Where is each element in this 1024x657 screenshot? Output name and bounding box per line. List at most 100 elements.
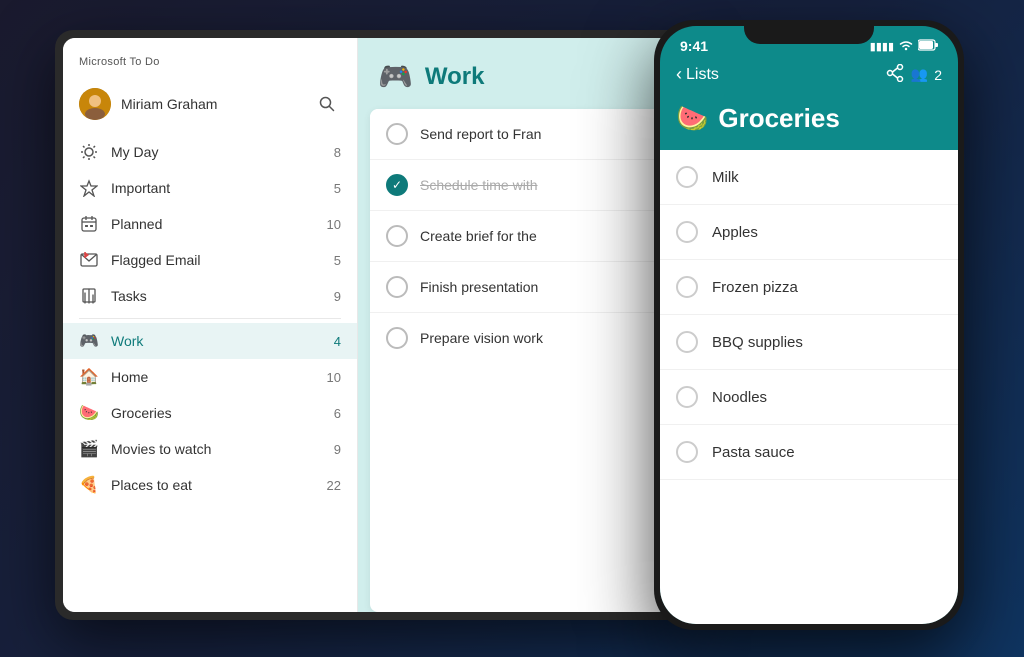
phone-task-text-2: Apples — [712, 224, 758, 241]
phone-task-checkbox-3[interactable] — [676, 276, 698, 298]
phone: 9:41 ▮▮▮▮ ‹ Lists 👥 2 — [654, 20, 964, 630]
task-text-2: Schedule time with — [420, 177, 649, 193]
avatar — [79, 88, 111, 120]
person-badge: 👥 — [911, 66, 928, 83]
task-checkbox-3[interactable] — [386, 225, 408, 247]
phone-task-checkbox-6[interactable] — [676, 441, 698, 463]
phone-task-item-3[interactable]: Frozen pizza — [660, 260, 958, 315]
task-item-4[interactable]: Finish presentation — [370, 262, 665, 313]
sidebar-item-important[interactable]: Important 5 — [63, 170, 357, 206]
sidebar-item-label: Tasks — [111, 288, 322, 304]
status-icons: ▮▮▮▮ — [870, 39, 938, 54]
task-text-3: Create brief for the — [420, 228, 649, 244]
phone-task-item-2[interactable]: Apples — [660, 205, 958, 260]
sidebar-item-home[interactable]: 🏠 Home 10 — [63, 359, 357, 395]
task-list: Send report to Fran ✓ Schedule time with… — [370, 109, 665, 612]
sidebar-item-label: Groceries — [111, 405, 322, 421]
phone-list-title: Groceries — [718, 103, 839, 134]
user-profile[interactable]: Miriam Graham — [63, 80, 357, 134]
phone-screen: 9:41 ▮▮▮▮ ‹ Lists 👥 2 — [660, 26, 958, 624]
phone-task-item-4[interactable]: BBQ supplies — [660, 315, 958, 370]
signal-icon: ▮▮▮▮ — [870, 40, 894, 53]
list-header: 🎮 Work — [358, 38, 677, 109]
sidebar-item-my-day[interactable]: My Day 8 — [63, 134, 357, 170]
places-icon: 🍕 — [79, 475, 99, 495]
my-day-icon — [79, 142, 99, 162]
sidebar-divider — [79, 318, 341, 319]
sidebar-item-count: 8 — [334, 145, 341, 160]
share-icon[interactable] — [885, 64, 905, 85]
task-item-1[interactable]: Send report to Fran — [370, 109, 665, 160]
sidebar-item-count: 10 — [327, 217, 341, 232]
sidebar-item-planned[interactable]: Planned 10 — [63, 206, 357, 242]
sidebar-item-count: 4 — [334, 334, 341, 349]
phone-task-checkbox-1[interactable] — [676, 166, 698, 188]
phone-notch — [744, 20, 874, 44]
work-icon: 🎮 — [79, 331, 99, 351]
list-title: Work — [425, 63, 485, 91]
home-icon: 🏠 — [79, 367, 99, 387]
important-icon — [79, 178, 99, 198]
app-name: Microsoft To Do — [63, 38, 357, 80]
user-name: Miriam Graham — [121, 96, 303, 112]
list-icon: 🎮 — [378, 60, 413, 93]
phone-list-header: 🍉 Groceries — [660, 95, 958, 150]
flagged-email-icon — [79, 250, 99, 270]
task-checkbox-2[interactable]: ✓ — [386, 174, 408, 196]
sidebar-item-count: 5 — [334, 253, 341, 268]
sidebar-item-flagged-email[interactable]: Flagged Email 5 — [63, 242, 357, 278]
sidebar-item-label: Planned — [111, 216, 315, 232]
sidebar-item-movies[interactable]: 🎬 Movies to watch 9 — [63, 431, 357, 467]
task-text-5: Prepare vision work — [420, 330, 649, 346]
task-checkbox-5[interactable] — [386, 327, 408, 349]
sidebar-item-label: Important — [111, 180, 322, 196]
phone-task-checkbox-4[interactable] — [676, 331, 698, 353]
sidebar-item-label: Home — [111, 369, 315, 385]
phone-time: 9:41 — [680, 38, 708, 54]
phone-task-list: Milk Apples Frozen pizza BBQ supplies No… — [660, 150, 958, 624]
task-checkbox-4[interactable] — [386, 276, 408, 298]
phone-task-text-1: Milk — [712, 169, 739, 186]
sidebar-item-count: 22 — [327, 478, 341, 493]
sidebar-item-count: 6 — [334, 406, 341, 421]
sidebar-item-count: 9 — [334, 442, 341, 457]
back-text: Lists — [686, 66, 719, 84]
phone-list-icon: 🍉 — [676, 103, 708, 134]
task-text-4: Finish presentation — [420, 279, 649, 295]
phone-task-text-5: Noodles — [712, 389, 767, 406]
search-button[interactable] — [313, 90, 341, 118]
task-text-1: Send report to Fran — [420, 126, 649, 142]
phone-task-item-1[interactable]: Milk — [660, 150, 958, 205]
phone-task-checkbox-5[interactable] — [676, 386, 698, 408]
planned-icon — [79, 214, 99, 234]
phone-task-text-3: Frozen pizza — [712, 279, 798, 296]
phone-task-item-5[interactable]: Noodles — [660, 370, 958, 425]
sidebar-item-label: Flagged Email — [111, 252, 322, 268]
phone-task-text-4: BBQ supplies — [712, 334, 803, 351]
action-count: 2 — [934, 67, 942, 83]
battery-icon — [918, 39, 938, 54]
task-item-3[interactable]: Create brief for the — [370, 211, 665, 262]
wifi-icon — [898, 39, 914, 54]
nav-actions: 👥 2 — [885, 64, 942, 85]
sidebar-item-places[interactable]: 🍕 Places to eat 22 — [63, 467, 357, 503]
phone-nav: ‹ Lists 👥 2 — [660, 58, 958, 95]
phone-task-checkbox-2[interactable] — [676, 221, 698, 243]
sidebar-item-label: Work — [111, 333, 322, 349]
task-checkbox-1[interactable] — [386, 123, 408, 145]
phone-task-text-6: Pasta sauce — [712, 444, 795, 461]
back-button[interactable]: ‹ Lists — [676, 64, 719, 85]
sidebar-item-count: 5 — [334, 181, 341, 196]
sidebar-item-tasks[interactable]: Tasks 9 — [63, 278, 357, 314]
task-item-5[interactable]: Prepare vision work — [370, 313, 665, 363]
sidebar-item-groceries[interactable]: 🍉 Groceries 6 — [63, 395, 357, 431]
sidebar-item-label: Places to eat — [111, 477, 315, 493]
sidebar-item-work[interactable]: 🎮 Work 4 — [63, 323, 357, 359]
sidebar-item-count: 9 — [334, 289, 341, 304]
task-item-2[interactable]: ✓ Schedule time with — [370, 160, 665, 211]
sidebar: Microsoft To Do Miriam Graham — [63, 38, 358, 612]
phone-task-item-6[interactable]: Pasta sauce — [660, 425, 958, 480]
sidebar-item-label: Movies to watch — [111, 441, 322, 457]
movies-icon: 🎬 — [79, 439, 99, 459]
sidebar-item-label: My Day — [111, 144, 322, 160]
